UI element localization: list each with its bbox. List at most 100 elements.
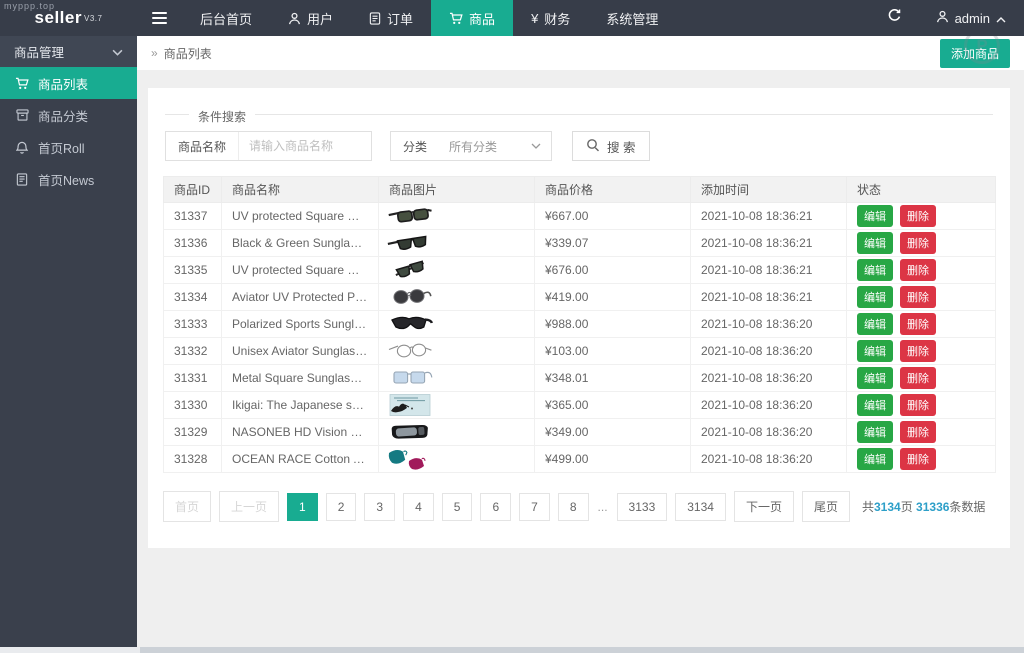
page-number-button[interactable]: 3 (364, 492, 396, 521)
edit-button[interactable]: 编辑 (857, 313, 893, 335)
product-status: 编辑 删除 (846, 283, 996, 311)
yen-icon: ¥ (531, 10, 539, 26)
edit-button[interactable]: 编辑 (857, 421, 893, 443)
product-name: Aviator UV Protected Polarized ... (221, 283, 379, 311)
pagination: 首页 上一页 1 2 3 4 5 6 7 8... 3133 3134 下一页 尾页 共3134页 313… (163, 491, 995, 522)
product-name: Black & Green Sunglasses Comb... (221, 229, 379, 257)
content-area: » 商品列表 添加商品 P 条件搜索 商品名称 分类 所有分类 (137, 36, 1024, 647)
page-number-button[interactable]: 3134 (675, 492, 726, 521)
product-name-filter: 商品名称 (165, 131, 373, 161)
page-number-button[interactable]: 3133 (616, 492, 668, 521)
sidebar-item-label: 商品分类 (38, 109, 89, 124)
last-page-button[interactable]: 尾页 (801, 491, 850, 522)
delete-button[interactable]: 删除 (900, 259, 936, 281)
edit-button[interactable]: 编辑 (857, 205, 893, 227)
product-id: 31336 (163, 229, 222, 257)
product-id: 31329 (163, 418, 222, 446)
product-added-time: 2021-10-08 18:36:20 (690, 337, 847, 365)
page-number-button[interactable]: 4 (403, 492, 434, 521)
top-nav: 后台首页 用户 订单 商品 ¥ 财务 系统管理 (182, 0, 676, 36)
nav-item[interactable]: 用户 (270, 0, 351, 36)
edit-button[interactable]: 编辑 (857, 448, 893, 470)
cart-icon (449, 12, 463, 25)
delete-button[interactable]: 删除 (900, 286, 936, 308)
cart-icon (15, 77, 29, 90)
search-button-label: 搜 索 (607, 140, 636, 155)
page-number-button[interactable]: 1 (287, 492, 318, 521)
edit-button[interactable]: 编辑 (857, 367, 893, 389)
product-status: 编辑 删除 (846, 391, 996, 419)
table-row: 31332Unisex Aviator Sunglasses Comb... ¥1… (163, 337, 996, 365)
product-price: ¥339.07 (534, 229, 691, 257)
refresh-button[interactable] (871, 0, 918, 36)
product-added-time: 2021-10-08 18:36:20 (690, 391, 847, 419)
username: admin (954, 10, 990, 26)
sunglasses-folded-dark (385, 258, 528, 282)
product-status: 编辑 删除 (846, 337, 996, 365)
nav-item[interactable]: 后台首页 (182, 0, 270, 36)
delete-button[interactable]: 删除 (900, 448, 936, 470)
product-price: ¥676.00 (534, 256, 691, 284)
scrollbar-thumb[interactable] (0, 647, 140, 653)
chevron-down-icon (531, 143, 551, 149)
product-name: UV protected Square Men's Sun... (221, 202, 379, 230)
product-name: UV protected Square Men's Sun... (221, 256, 379, 284)
edit-button[interactable]: 编辑 (857, 259, 893, 281)
page-number-button[interactable]: 6 (480, 492, 512, 521)
page-number-button[interactable]: 7 (519, 492, 550, 521)
app-logo-text: seller (34, 8, 82, 27)
edit-button[interactable]: 编辑 (857, 340, 893, 362)
delete-button[interactable]: 删除 (900, 205, 936, 227)
search-icon (586, 138, 600, 155)
total-records: 31336 (916, 500, 950, 514)
nav-item[interactable]: 系统管理 (588, 0, 676, 36)
pagination-ellipsis: ... (597, 499, 608, 514)
edit-button[interactable]: 编辑 (857, 286, 893, 308)
app-version: V3.7 (83, 13, 103, 23)
sidebar-item[interactable]: 首页Roll (0, 131, 137, 163)
page-number-button[interactable]: 5 (441, 492, 473, 521)
product-name: Ikigai: The Japanese secret to a l... (221, 391, 379, 419)
table-row: 31333Polarized Sports Sunglasses Mirr...… (163, 310, 996, 338)
sidebar-item[interactable]: 商品分类 (0, 99, 137, 131)
sidebar-item[interactable]: 商品列表 (0, 67, 137, 99)
product-added-time: 2021-10-08 18:36:20 (690, 418, 847, 446)
sidebar-group-header[interactable]: 商品管理 (0, 36, 137, 67)
next-page-button[interactable]: 下一页 (733, 491, 794, 522)
product-name: OCEAN RACE Cotton Anti Polluti... (221, 445, 379, 473)
sunglasses-square-blue (385, 366, 528, 390)
delete-button[interactable]: 删除 (900, 394, 936, 416)
page-number-button[interactable]: 8 (557, 492, 589, 521)
nav-item[interactable]: 商品 (431, 0, 514, 36)
delete-button[interactable]: 删除 (900, 421, 936, 443)
sidebar-items: 商品列表商品分类首页Roll 首页News (0, 67, 137, 195)
nav-item-label: 商品 (469, 11, 496, 27)
column-header: 商品价格 (534, 176, 691, 203)
category-select[interactable]: 分类 所有分类 (390, 131, 553, 161)
hamburger-icon (152, 12, 167, 24)
user-menu[interactable]: admin (918, 0, 1024, 36)
delete-button[interactable]: 删除 (900, 313, 936, 335)
delete-button[interactable]: 删除 (900, 340, 936, 362)
nav-item[interactable]: 订单 (351, 0, 431, 36)
product-price: ¥365.00 (534, 391, 691, 419)
edit-button[interactable]: 编辑 (857, 232, 893, 254)
page-number-button[interactable]: 2 (325, 492, 357, 521)
table-row: 31337UV protected Square Men's Sun... ¥66… (163, 202, 996, 230)
delete-button[interactable]: 删除 (900, 232, 936, 254)
delete-button[interactable]: 删除 (900, 367, 936, 389)
nav-item[interactable]: ¥ 财务 (513, 0, 588, 36)
sidebar-item[interactable]: 首页News (0, 163, 137, 195)
breadcrumb: » 商品列表 添加商品 P (137, 36, 1024, 70)
first-page-button[interactable]: 首页 (163, 491, 212, 522)
sidebar-item-label: 首页Roll (38, 141, 85, 156)
topbar: myppp.top seller V3.7 后台首页 用户 订单 商品 ¥ 财务 系统管理 a… (0, 0, 1024, 36)
menu-toggle-button[interactable] (137, 0, 182, 36)
add-product-button[interactable]: 添加商品 (939, 38, 1010, 68)
nav-item-label: 用户 (307, 11, 334, 27)
prev-page-button[interactable]: 上一页 (219, 491, 280, 522)
horizontal-scrollbar[interactable] (0, 647, 1024, 653)
product-name-input[interactable] (239, 139, 372, 153)
search-button[interactable]: 搜 索 (572, 131, 650, 161)
edit-button[interactable]: 编辑 (857, 394, 893, 416)
